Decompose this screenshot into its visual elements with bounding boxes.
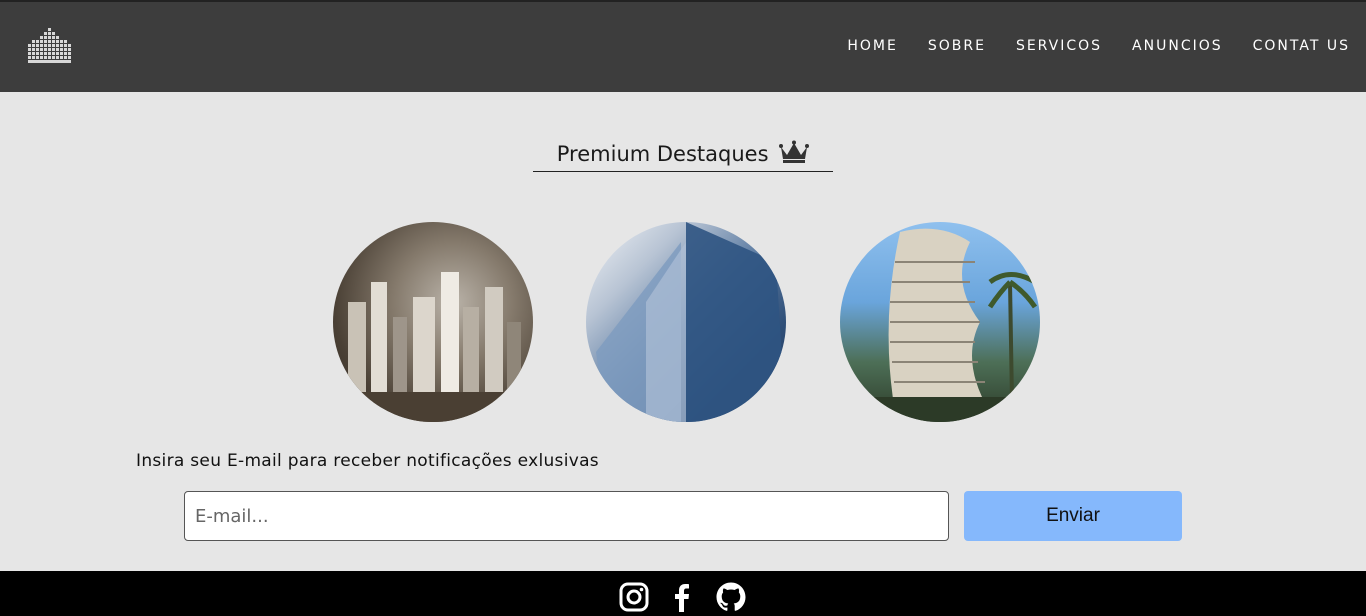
newsletter-label: Insira seu E-mail para receber notificaç…	[136, 451, 599, 471]
crown-icon	[779, 140, 810, 163]
footer	[0, 571, 1366, 616]
city-skyline-graphic	[333, 272, 533, 422]
nav-sobre-link[interactable]: SOBRE	[928, 38, 986, 54]
nav-servicos-link[interactable]: SERVICOS	[1016, 38, 1102, 54]
section-title-text: Premium Destaques	[556, 142, 769, 166]
nav-contact-link[interactable]: CONTAT US	[1253, 38, 1350, 54]
glass-tower-graphic	[596, 222, 786, 422]
instagram-icon[interactable]	[618, 581, 650, 613]
building-grid-icon[interactable]	[28, 28, 72, 64]
curved-building-graphic	[840, 228, 1040, 422]
send-button[interactable]: Enviar	[964, 491, 1182, 541]
curved-building-image[interactable]	[840, 222, 1040, 422]
section-title: Premium Destaques	[533, 140, 833, 172]
nav-anuncios-link[interactable]: ANUNCIOS	[1132, 38, 1223, 54]
facebook-icon[interactable]	[666, 581, 698, 613]
main-nav: HOME SOBRE SERVICOS ANUNCIOS CONTAT US	[817, 38, 1350, 54]
city-skyline-image[interactable]	[333, 222, 533, 422]
glass-tower-image[interactable]	[586, 222, 786, 422]
top-navbar: HOME SOBRE SERVICOS ANUNCIOS CONTAT US	[0, 0, 1366, 92]
github-icon[interactable]	[715, 581, 747, 613]
email-input[interactable]	[184, 491, 949, 541]
nav-home-link[interactable]: HOME	[847, 38, 897, 54]
